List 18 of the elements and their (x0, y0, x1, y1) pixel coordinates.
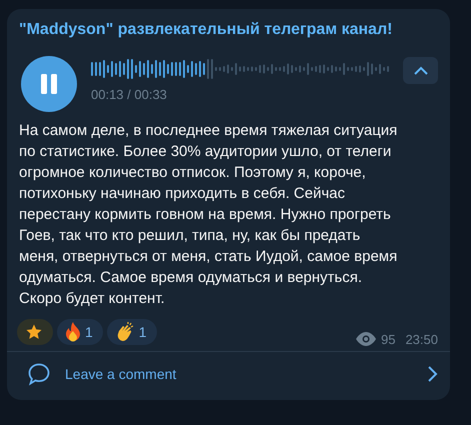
eye-icon (354, 332, 377, 346)
flame-icon (65, 322, 81, 342)
playback-time: 00:13 / 00:33 (91, 86, 168, 104)
pause-icon (39, 73, 59, 95)
message-text: На самом деле, в последнее время тяжелая ситуация по статистике. Более 30% аудитории ушло, от телеги огромное количество отписок. Поэтому я, короче, потихоньку начинаю приходить в себя. Сейчас перестану кормить говном на время. Нужно прогреть Гоев, так что кто решил, типа, ну, как бы предать меня, отвернуться от меня, стать Иудой, самое время одуматься. Самое время одуматься и вернуться. Скоро будет контент. (18, 121, 398, 309)
speech-bubble-icon (27, 362, 51, 386)
timestamp: 23:50 (405, 330, 438, 348)
comment-link[interactable]: Leave a comment (7, 351, 450, 400)
waveform[interactable] (91, 58, 391, 80)
chevron-right-icon (426, 365, 438, 383)
expand-button[interactable] (403, 57, 438, 84)
channel-title: "Maddyson" развлекательный телеграм канал! (18, 20, 394, 40)
star-icon (25, 323, 43, 341)
reaction-button[interactable]: 1 (57, 319, 103, 345)
chevron-up-icon (414, 66, 428, 75)
reaction-button[interactable] (17, 319, 53, 345)
view-count: 95 (380, 330, 396, 348)
reaction-button[interactable]: 1 (106, 319, 157, 345)
